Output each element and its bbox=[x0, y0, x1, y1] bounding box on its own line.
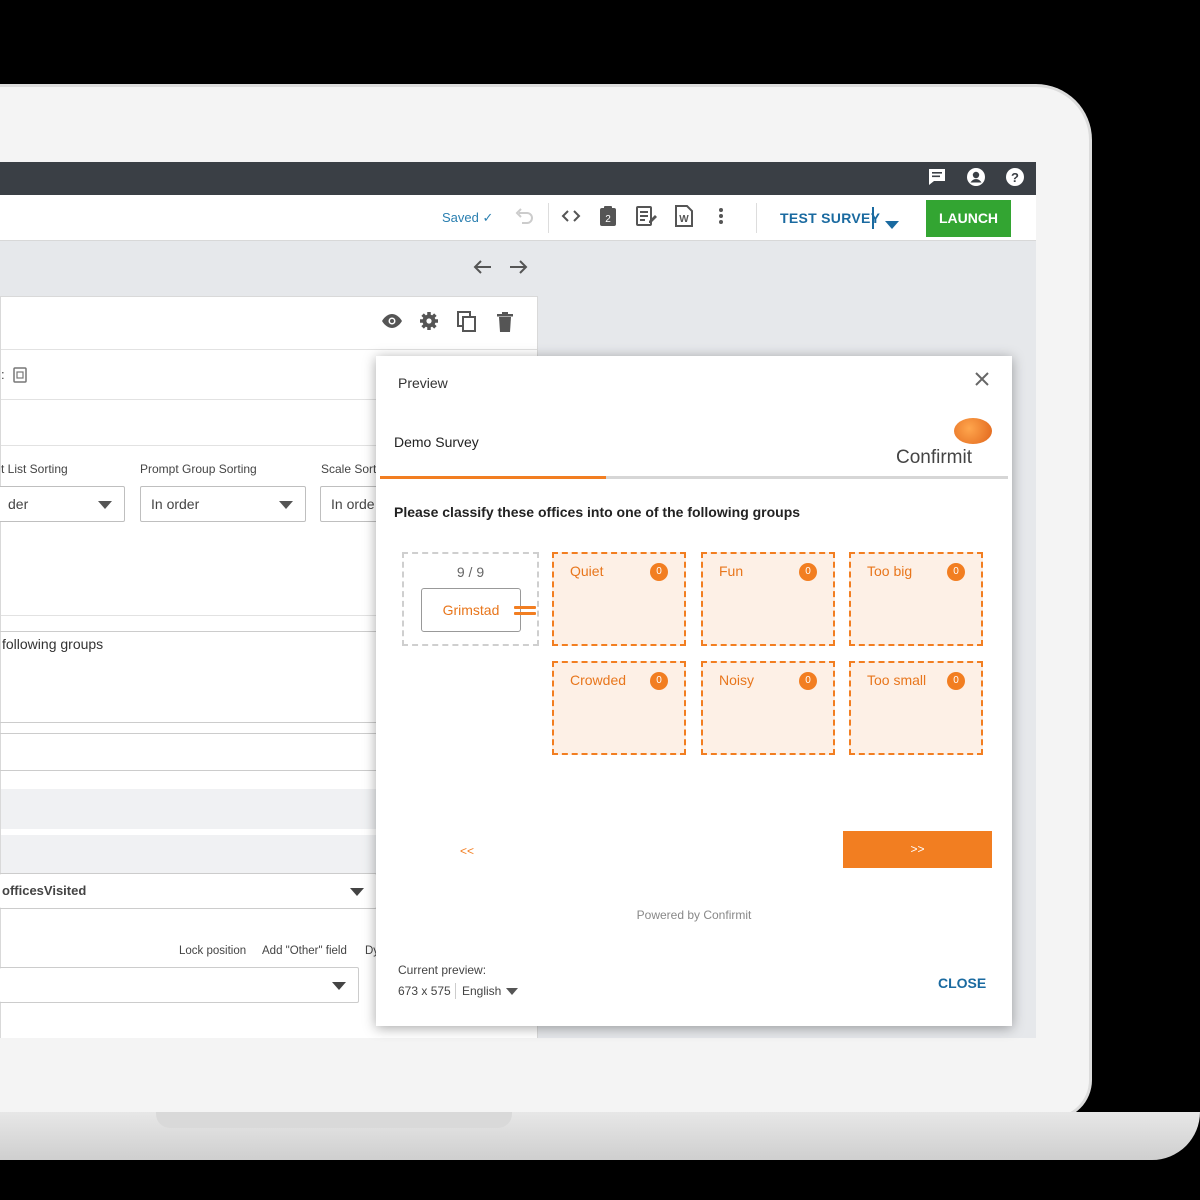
preview-size: 673 x 575 bbox=[398, 984, 451, 998]
chat-icon[interactable] bbox=[925, 167, 949, 191]
next-button[interactable]: >> bbox=[843, 831, 992, 868]
group-count-badge: 0 bbox=[799, 563, 817, 581]
group-name: Quiet bbox=[570, 563, 604, 579]
launch-button[interactable]: LAUNCH bbox=[926, 200, 1011, 237]
group-count-badge: 0 bbox=[947, 563, 965, 581]
preview-eye-icon[interactable] bbox=[381, 313, 403, 334]
macro-icon[interactable] bbox=[13, 367, 27, 388]
group-too-small[interactable]: Too small 0 bbox=[849, 661, 983, 755]
account-icon[interactable] bbox=[964, 167, 988, 191]
list-select[interactable]: officesVisited bbox=[0, 873, 377, 909]
svg-text:2: 2 bbox=[605, 214, 611, 225]
prompt-group-sorting-label: Prompt Group Sorting bbox=[140, 462, 257, 476]
back-arrow-icon[interactable] bbox=[472, 258, 492, 281]
group-name: Fun bbox=[719, 563, 744, 579]
question-title: Please classify these offices into one o… bbox=[394, 504, 801, 520]
svg-text:W: W bbox=[679, 214, 689, 225]
test-survey-divider bbox=[872, 207, 874, 229]
preview-title: Preview bbox=[398, 375, 448, 391]
preview-dialog: Preview Demo Survey Confirmit Please cla… bbox=[376, 356, 1012, 1026]
group-name: Crowded bbox=[570, 672, 627, 688]
close-button[interactable]: CLOSE bbox=[938, 975, 986, 991]
drag-handle-icon[interactable] bbox=[514, 606, 536, 618]
survey-name: Demo Survey bbox=[394, 434, 479, 450]
previous-button[interactable]: << bbox=[460, 844, 474, 858]
more-options-icon[interactable] bbox=[716, 205, 726, 231]
group-noisy[interactable]: Noisy 0 bbox=[701, 661, 835, 755]
forward-arrow-icon[interactable] bbox=[509, 258, 529, 281]
laptop-notch bbox=[156, 1112, 512, 1128]
list-select-value: officesVisited bbox=[2, 883, 87, 898]
undo-icon[interactable] bbox=[513, 205, 535, 231]
chevron-down-icon bbox=[332, 982, 346, 990]
list-sorting-value: der bbox=[8, 496, 29, 512]
editor-toolbar: Saved ✓ 2 W TEST SURVEY LAUNCH bbox=[0, 195, 1036, 241]
powered-by-text: Powered by Confirmit bbox=[636, 908, 752, 922]
chevron-down-icon bbox=[98, 501, 112, 509]
chevron-down-icon[interactable] bbox=[884, 213, 900, 239]
item-counter: 9 / 9 bbox=[456, 564, 485, 580]
chevron-down-icon bbox=[350, 888, 364, 896]
clipboard-icon[interactable]: 2 bbox=[598, 205, 618, 231]
svg-text:?: ? bbox=[1011, 170, 1019, 185]
progress-fill bbox=[380, 476, 607, 479]
divider bbox=[1, 349, 537, 350]
help-icon[interactable]: ? bbox=[1003, 167, 1027, 191]
group-count-badge: 0 bbox=[799, 672, 817, 690]
colon-text: : bbox=[1, 367, 5, 382]
source-item-box: 9 / 9 Grimstad bbox=[402, 552, 539, 646]
progress-bar bbox=[380, 476, 1008, 479]
brand-logo-text: Confirmit bbox=[896, 447, 973, 468]
list-sorting-label: t List Sorting bbox=[1, 462, 68, 476]
top-bar: ? bbox=[0, 162, 1036, 195]
test-survey-button[interactable]: TEST SURVEY bbox=[780, 205, 880, 231]
edit-document-icon[interactable] bbox=[635, 205, 657, 231]
scale-sorting-value: In orde bbox=[331, 496, 375, 512]
group-count-badge: 0 bbox=[650, 563, 668, 581]
lock-position-label: Lock position bbox=[179, 945, 247, 957]
draggable-item[interactable]: Grimstad bbox=[421, 588, 521, 632]
group-fun[interactable]: Fun 0 bbox=[701, 552, 835, 646]
group-quiet[interactable]: Quiet 0 bbox=[552, 552, 686, 646]
saved-status: Saved ✓ bbox=[442, 210, 494, 225]
toolbar-divider bbox=[548, 203, 549, 233]
group-name: Noisy bbox=[719, 672, 755, 688]
scale-sorting-label: Scale Sort bbox=[321, 462, 377, 476]
group-count-badge: 0 bbox=[650, 672, 668, 690]
code-icon[interactable] bbox=[560, 205, 582, 231]
prompt-group-sorting-value: In order bbox=[151, 496, 200, 512]
prompt-group-sorting-select[interactable]: In order bbox=[140, 486, 306, 522]
group-crowded[interactable]: Crowded 0 bbox=[552, 661, 686, 755]
language-select[interactable]: English bbox=[462, 984, 501, 998]
group-count-badge: 0 bbox=[947, 672, 965, 690]
toolbar-divider bbox=[756, 203, 757, 233]
delete-icon[interactable] bbox=[497, 312, 513, 337]
current-preview-label: Current preview: bbox=[398, 963, 487, 977]
gear-icon[interactable] bbox=[419, 311, 439, 336]
word-export-icon[interactable]: W bbox=[674, 205, 694, 231]
group-name: Too big bbox=[867, 563, 913, 579]
group-too-big[interactable]: Too big 0 bbox=[849, 552, 983, 646]
add-other-label: Add "Other" field bbox=[262, 945, 347, 957]
group-name: Too small bbox=[867, 672, 927, 688]
list-sorting-select[interactable]: der bbox=[0, 486, 125, 522]
chevron-down-icon[interactable] bbox=[506, 988, 518, 995]
divider bbox=[455, 983, 456, 999]
copy-icon[interactable] bbox=[457, 311, 477, 338]
chevron-down-icon bbox=[279, 501, 293, 509]
close-icon[interactable] bbox=[974, 370, 990, 393]
answer-select[interactable] bbox=[0, 967, 359, 1003]
question-text: following groups bbox=[2, 636, 104, 652]
confirmit-logo-icon bbox=[954, 418, 992, 444]
